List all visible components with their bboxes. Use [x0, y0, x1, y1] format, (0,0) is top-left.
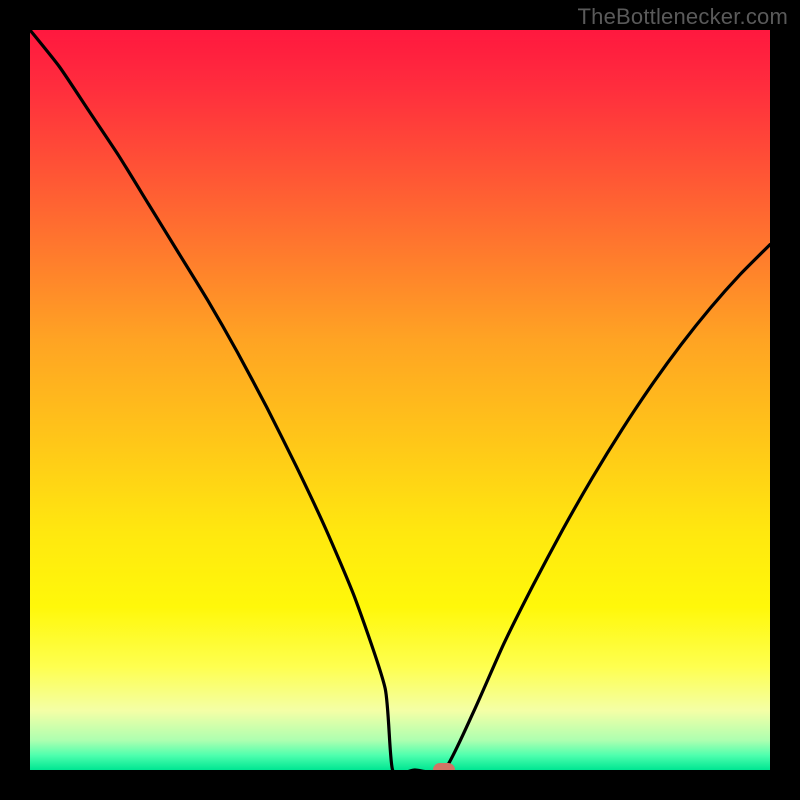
- chart-frame: TheBottlenecker.com: [0, 0, 800, 800]
- bottleneck-curve: [30, 30, 770, 770]
- optimal-point-marker: [433, 763, 455, 770]
- attribution-text: TheBottlenecker.com: [578, 4, 788, 30]
- plot-area: [30, 30, 770, 770]
